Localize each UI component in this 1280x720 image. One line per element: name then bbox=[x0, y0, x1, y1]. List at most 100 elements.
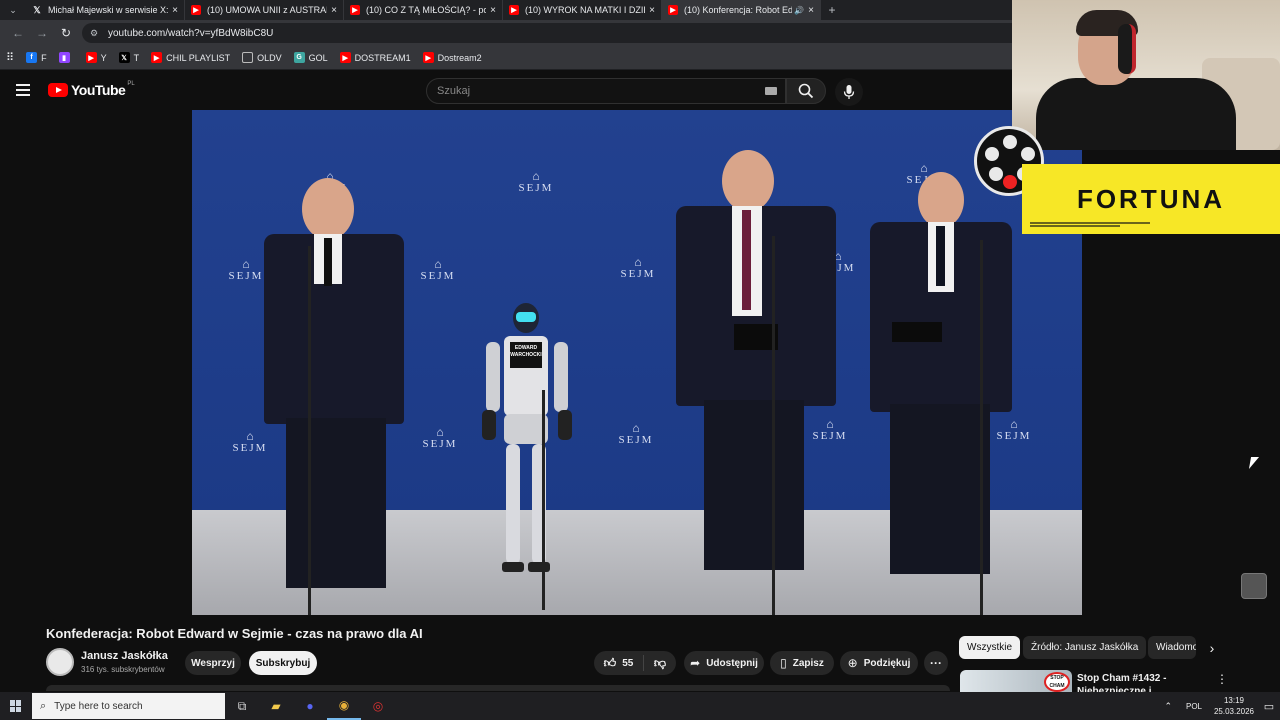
site-info-icon[interactable]: ⚙ bbox=[90, 28, 104, 39]
close-tab-icon[interactable]: × bbox=[649, 5, 655, 16]
browser-tab[interactable]: ▶ (10) UMOWA UNII z AUSTRALIĄ... × bbox=[185, 0, 344, 20]
voice-search-button[interactable] bbox=[835, 78, 863, 106]
speaker-icon[interactable]: 🔊 bbox=[794, 6, 804, 15]
browser-tab[interactable]: 𝕏 Michał Majewski w serwisie X: ... × bbox=[26, 0, 185, 20]
close-tab-icon[interactable]: × bbox=[172, 5, 178, 16]
sejm-emblem: ⌂SEJM bbox=[422, 425, 458, 450]
youtube-icon: ▶ bbox=[509, 5, 519, 15]
task-view-icon[interactable]: ⧉ bbox=[225, 692, 259, 720]
address-bar[interactable]: ⚙ youtube.com/watch?v=yfBdW8ibC8U bbox=[82, 23, 1022, 43]
menu-icon[interactable] bbox=[16, 84, 30, 96]
youtube-play-icon bbox=[48, 83, 68, 97]
bookmark-dostream2[interactable]: ▶ Dostream2 bbox=[422, 52, 482, 63]
windows-taskbar: ⌕ Type here to search ⧉ ▰ ● ◉ ◎ ⌃ POL 13… bbox=[0, 692, 1280, 720]
more-actions-button[interactable]: ··· bbox=[924, 651, 948, 675]
sponsor-banner: FORTUNA bbox=[1022, 164, 1280, 234]
microphone-stand bbox=[542, 390, 545, 610]
browser-tab-active[interactable]: ▶ (10) Konferencja: Robot Ed... 🔊 × bbox=[662, 0, 821, 20]
chip-source-channel[interactable]: Źródło: Janusz Jaskółka bbox=[1023, 636, 1147, 659]
bookmark-youtube[interactable]: ▶ Y bbox=[85, 52, 107, 63]
tab-title: Michał Majewski w serwisie X: ... bbox=[48, 5, 169, 15]
related-thumbnail[interactable]: STOP CHAM bbox=[960, 670, 1072, 692]
language-indicator[interactable]: POL bbox=[1186, 702, 1202, 711]
youtube-masthead: YouTube PL Szukaj bbox=[0, 72, 1010, 110]
bookmark-dostream1[interactable]: ▶ DOSTREAM1 bbox=[339, 52, 411, 63]
tab-search-icon[interactable]: ⌄ bbox=[0, 0, 26, 20]
tab-title: (10) UMOWA UNII z AUSTRALIĄ... bbox=[207, 5, 327, 15]
start-button[interactable] bbox=[0, 692, 32, 720]
keyboard-icon[interactable] bbox=[765, 87, 777, 95]
youtube-icon: ▶ bbox=[85, 52, 97, 63]
chip-news[interactable]: Wiadomości bbox=[1148, 636, 1196, 659]
youtube-icon: ▶ bbox=[191, 5, 201, 15]
speaker-left bbox=[258, 178, 408, 608]
chip-all[interactable]: Wszystkie bbox=[959, 636, 1020, 659]
subscriber-count: 316 tys. subskrybentów bbox=[81, 665, 165, 674]
headset-icon bbox=[1118, 24, 1136, 74]
thanks-icon: ⊕ bbox=[847, 656, 858, 670]
video-title: Konfederacja: Robot Edward w Sejmie - cz… bbox=[46, 626, 423, 641]
sejm-emblem: ⌂SEJM bbox=[420, 257, 456, 282]
browser-tab[interactable]: ▶ (10) CO Z TĄ MIŁOŚCIĄ? - pole... × bbox=[344, 0, 503, 20]
forward-icon[interactable]: → bbox=[30, 23, 54, 43]
youtube-logo[interactable]: YouTube PL bbox=[48, 81, 135, 98]
notification-icon[interactable]: ▭ bbox=[1258, 700, 1280, 713]
search-icon bbox=[798, 83, 814, 99]
close-tab-icon[interactable]: × bbox=[331, 5, 337, 16]
sejm-emblem: ⌂SEJM bbox=[518, 169, 554, 194]
chevron-right-icon[interactable]: › bbox=[1204, 638, 1220, 658]
dislike-button[interactable]: 👎︎ bbox=[644, 656, 676, 671]
youtube-icon: ▶ bbox=[151, 52, 163, 63]
clipboard bbox=[892, 322, 942, 342]
save-button[interactable]: ▯ Zapisz bbox=[770, 651, 834, 675]
facebook-icon: f bbox=[26, 52, 38, 63]
sejm-emblem: ⌂SEJM bbox=[618, 421, 654, 446]
thumbs-up-icon: 👍︎ bbox=[603, 655, 617, 670]
clock[interactable]: 13:19 25.03.2026 bbox=[1210, 695, 1258, 717]
search-input[interactable]: Szukaj bbox=[426, 78, 786, 104]
bookmark-chil-playlist[interactable]: ▶ CHIL PLAYLIST bbox=[151, 52, 230, 63]
robot-label: EDWARD WARCHOCKI bbox=[510, 345, 542, 358]
apps-grid-icon[interactable]: ⠿ bbox=[6, 51, 14, 64]
youtube-icon: ▶ bbox=[339, 52, 351, 63]
back-icon[interactable]: ← bbox=[6, 23, 30, 43]
reload-icon[interactable]: ↻ bbox=[54, 23, 78, 43]
bookmark-x[interactable]: 𝕏T bbox=[118, 52, 139, 63]
support-button[interactable]: Wesprzyj bbox=[185, 651, 241, 675]
close-tab-icon[interactable]: × bbox=[490, 5, 496, 16]
bookmark-gol[interactable]: G GOL bbox=[293, 52, 328, 63]
stop-cham-badge: STOP CHAM bbox=[1044, 672, 1070, 692]
streamer-webcam bbox=[1012, 0, 1280, 150]
search-button[interactable] bbox=[786, 78, 826, 104]
channel-name[interactable]: Janusz Jaskółka bbox=[81, 650, 168, 662]
bookmark-icon: ▯ bbox=[780, 656, 787, 670]
bookmark-facebook[interactable]: fF bbox=[26, 52, 47, 63]
robot-edward: EDWARD WARCHOCKI bbox=[470, 300, 580, 600]
speaker-right bbox=[868, 172, 1014, 582]
search-placeholder: Szukaj bbox=[437, 85, 471, 97]
bookmark-oldv[interactable]: OLDV bbox=[242, 52, 282, 63]
streamer-shirt bbox=[1036, 78, 1236, 150]
discord-icon[interactable]: ● bbox=[293, 692, 327, 720]
chrome-icon[interactable]: ◉ bbox=[327, 692, 361, 720]
description-box[interactable] bbox=[46, 685, 950, 691]
youtube-icon: ▶ bbox=[668, 5, 678, 15]
new-tab-button[interactable]: + bbox=[821, 0, 843, 20]
chevron-up-icon[interactable]: ⌃ bbox=[1164, 701, 1172, 712]
subscribe-button[interactable]: Subskrybuj bbox=[249, 651, 317, 675]
bookmark-twitch[interactable]: ▮ bbox=[58, 52, 74, 63]
thanks-button[interactable]: ⊕ Podziękuj bbox=[840, 651, 918, 675]
related-title[interactable]: Stop Cham #1432 - Niebezpieczne i chamsk… bbox=[1077, 672, 1197, 692]
microphone-icon bbox=[843, 85, 855, 99]
like-button[interactable]: 👍︎ 55 bbox=[594, 655, 644, 671]
file-explorer-icon[interactable]: ▰ bbox=[259, 692, 293, 720]
taskbar-search[interactable]: ⌕ Type here to search bbox=[32, 693, 225, 719]
browser-tab[interactable]: ▶ (10) WYROK NA MATKI I DZIECI... × bbox=[503, 0, 662, 20]
channel-avatar[interactable] bbox=[46, 648, 74, 676]
share-button[interactable]: ➦ Udostępnij bbox=[684, 651, 764, 675]
obs-icon[interactable]: ◎ bbox=[361, 692, 395, 720]
folder-icon bbox=[242, 52, 254, 63]
kebab-menu-icon[interactable]: ⋮ bbox=[1216, 672, 1228, 686]
close-tab-icon[interactable]: × bbox=[808, 5, 814, 16]
video-player[interactable]: ⌂SEJM ⌂SEJM ⌂SEJM ⌂SEJM ⌂SEJM ⌂SEJM ⌂SEJ… bbox=[192, 110, 1082, 615]
